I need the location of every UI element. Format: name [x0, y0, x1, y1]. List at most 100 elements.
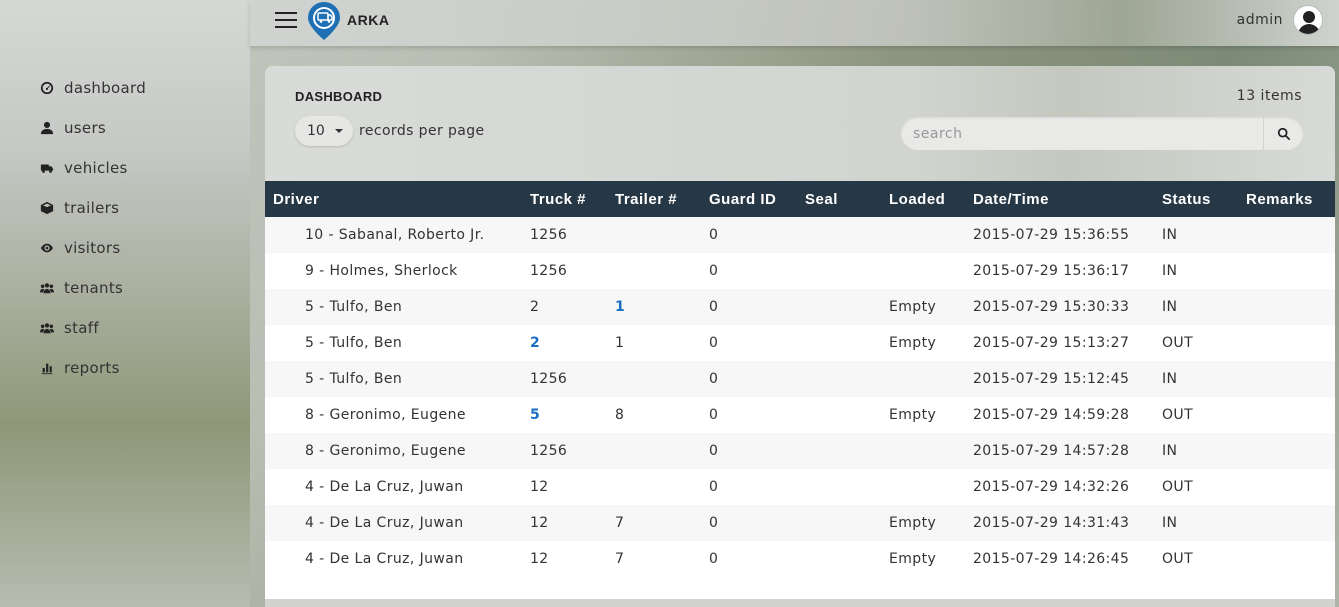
guard-id-cell: 0	[709, 371, 719, 387]
dashboard-icon	[40, 81, 54, 95]
per-page-select[interactable]: 10	[295, 116, 353, 146]
driver-cell: 8 - Geronimo, Eugene	[305, 443, 466, 459]
sidebar-item-label: reports	[64, 359, 120, 377]
page-title: DASHBOARD	[295, 89, 383, 104]
table-row[interactable]: 5 - Tulfo, Ben 2 1 0 Empty 2015-07-29 15:13:2…	[265, 325, 1335, 361]
guard-id-cell: 0	[709, 479, 719, 495]
table-row[interactable]: 8 - Geronimo, Eugene 1256 0 2015-07-29 14:5…	[265, 433, 1335, 469]
driver-cell: 4 - De La Cruz, Juwan	[305, 479, 464, 495]
driver-cell: 5 - Tulfo, Ben	[305, 335, 403, 351]
table-row[interactable]: 9 - Holmes, Sherlock 1256 0 2015-07-29 15:3…	[265, 253, 1335, 289]
status-cell: IN	[1162, 299, 1178, 315]
status-cell: IN	[1162, 443, 1178, 459]
table-row[interactable]: 4 - De La Cruz, Juwan 12 7 0 Empty 2015-07-29…	[265, 541, 1335, 577]
sidebar-item-tenants[interactable]: tenants	[0, 268, 250, 308]
status-cell: OUT	[1162, 551, 1194, 567]
datetime-cell: 2015-07-29 15:13:27	[973, 335, 1130, 351]
loaded-cell	[881, 433, 965, 469]
column-header-loaded[interactable]: Loaded	[881, 181, 965, 217]
sidebar-item-label: staff	[64, 319, 99, 337]
column-header-remarks[interactable]: Remarks	[1238, 181, 1335, 217]
remarks-cell	[1238, 433, 1335, 469]
sidebar-item-visitors[interactable]: visitors	[0, 228, 250, 268]
guard-id-cell: 0	[709, 263, 719, 279]
column-header-datetime[interactable]: Date/Time	[965, 181, 1154, 217]
sidebar-item-label: visitors	[64, 239, 121, 257]
remarks-cell	[1238, 397, 1335, 433]
sidebar-item-label: users	[64, 119, 107, 137]
trailer-cell: 1	[607, 289, 701, 325]
trailer-link[interactable]: 1	[615, 299, 625, 315]
sidebar-item-reports[interactable]: reports	[0, 348, 250, 388]
table-row[interactable]: 4 - De La Cruz, Juwan 12 0 2015-07-29 14:32…	[265, 469, 1335, 505]
datetime-cell: 2015-07-29 15:36:17	[973, 263, 1130, 279]
datetime-cell: 2015-07-29 15:30:33	[973, 299, 1130, 315]
truck-link[interactable]: 2	[530, 335, 540, 351]
loaded-cell	[881, 469, 965, 505]
remarks-cell	[1238, 253, 1335, 289]
column-header-driver[interactable]: Driver	[265, 181, 522, 217]
panel-footer	[265, 599, 1335, 607]
top-bar: ARKA admin	[250, 0, 1339, 46]
column-header-seal[interactable]: Seal	[797, 181, 881, 217]
truck-link[interactable]: 5	[530, 407, 540, 423]
eye-icon	[40, 241, 54, 255]
dashboard-panel: DASHBOARD 13 items 10 records per page D…	[265, 66, 1335, 607]
driver-cell: 5 - Tulfo, Ben	[305, 299, 403, 315]
truck-cell: 5	[522, 397, 607, 433]
seal-cell	[797, 361, 881, 397]
loaded-cell: Empty	[889, 515, 937, 531]
records-table: Driver Truck # Trailer # Guard ID Seal L…	[265, 181, 1335, 577]
truck-cell: 12	[530, 479, 549, 495]
table-row[interactable]: 10 - Sabanal, Roberto Jr. 1256 0 2015-07-29…	[265, 217, 1335, 253]
sidebar-item-vehicles[interactable]: vehicles	[0, 148, 250, 188]
trailer-cell	[607, 433, 701, 469]
loaded-cell	[881, 253, 965, 289]
avatar[interactable]	[1293, 5, 1323, 35]
table-row[interactable]: 8 - Geronimo, Eugene 5 8 0 Empty 2015-07-29 1…	[265, 397, 1335, 433]
datetime-cell: 2015-07-29 14:59:28	[973, 407, 1130, 423]
truck-cell: 12	[530, 551, 549, 567]
panel-header: DASHBOARD 13 items 10 records per page	[265, 66, 1335, 181]
status-cell: IN	[1162, 227, 1178, 243]
user-menu[interactable]: admin	[1237, 5, 1323, 35]
sidebar-item-staff[interactable]: staff	[0, 308, 250, 348]
user-name: admin	[1236, 12, 1283, 28]
status-cell: OUT	[1162, 479, 1194, 495]
sidebar-item-users[interactable]: users	[0, 108, 250, 148]
datetime-cell: 2015-07-29 14:57:28	[973, 443, 1130, 459]
column-header-guard-id[interactable]: Guard ID	[701, 181, 797, 217]
datetime-cell: 2015-07-29 14:26:45	[973, 551, 1130, 567]
sidebar-item-label: tenants	[64, 279, 124, 297]
brand-name: ARKA	[347, 12, 390, 28]
driver-cell: 5 - Tulfo, Ben	[305, 371, 403, 387]
status-cell: IN	[1162, 371, 1178, 387]
table-row[interactable]: 5 - Tulfo, Ben 1256 0 2015-07-29 15:12:45 IN	[265, 361, 1335, 397]
table-row[interactable]: 5 - Tulfo, Ben 2 1 0 Empty 2015-07-29 15:30:3…	[265, 289, 1335, 325]
table-header-row: Driver Truck # Trailer # Guard ID Seal L…	[265, 181, 1335, 217]
column-header-status[interactable]: Status	[1154, 181, 1238, 217]
sidebar-item-dashboard[interactable]: dashboard	[0, 68, 250, 108]
hamburger-menu-icon[interactable]	[275, 12, 297, 28]
table-row[interactable]: 4 - De La Cruz, Juwan 12 7 0 Empty 2015-07-29…	[265, 505, 1335, 541]
bar-chart-icon	[40, 361, 54, 375]
status-cell: OUT	[1162, 335, 1194, 351]
trailer-cell: 7	[615, 551, 625, 567]
sidebar-item-trailers[interactable]: trailers	[0, 188, 250, 228]
trailer-cell	[607, 469, 701, 505]
status-cell: OUT	[1162, 407, 1194, 423]
search-button[interactable]	[1263, 117, 1303, 150]
truck-cell: 1256	[530, 227, 568, 243]
seal-cell	[797, 433, 881, 469]
search-box	[901, 117, 1303, 150]
sidebar-item-label: dashboard	[64, 79, 147, 97]
sidebar-nav: dashboard users vehicles trailers visito…	[0, 68, 250, 388]
datetime-cell: 2015-07-29 14:31:43	[973, 515, 1130, 531]
seal-cell	[797, 469, 881, 505]
search-input[interactable]	[901, 117, 1263, 150]
table-body: 10 - Sabanal, Roberto Jr. 1256 0 2015-07-29…	[265, 217, 1335, 577]
guard-id-cell: 0	[709, 515, 719, 531]
column-header-trailer[interactable]: Trailer #	[607, 181, 701, 217]
column-header-truck[interactable]: Truck #	[522, 181, 607, 217]
seal-cell	[797, 541, 881, 577]
